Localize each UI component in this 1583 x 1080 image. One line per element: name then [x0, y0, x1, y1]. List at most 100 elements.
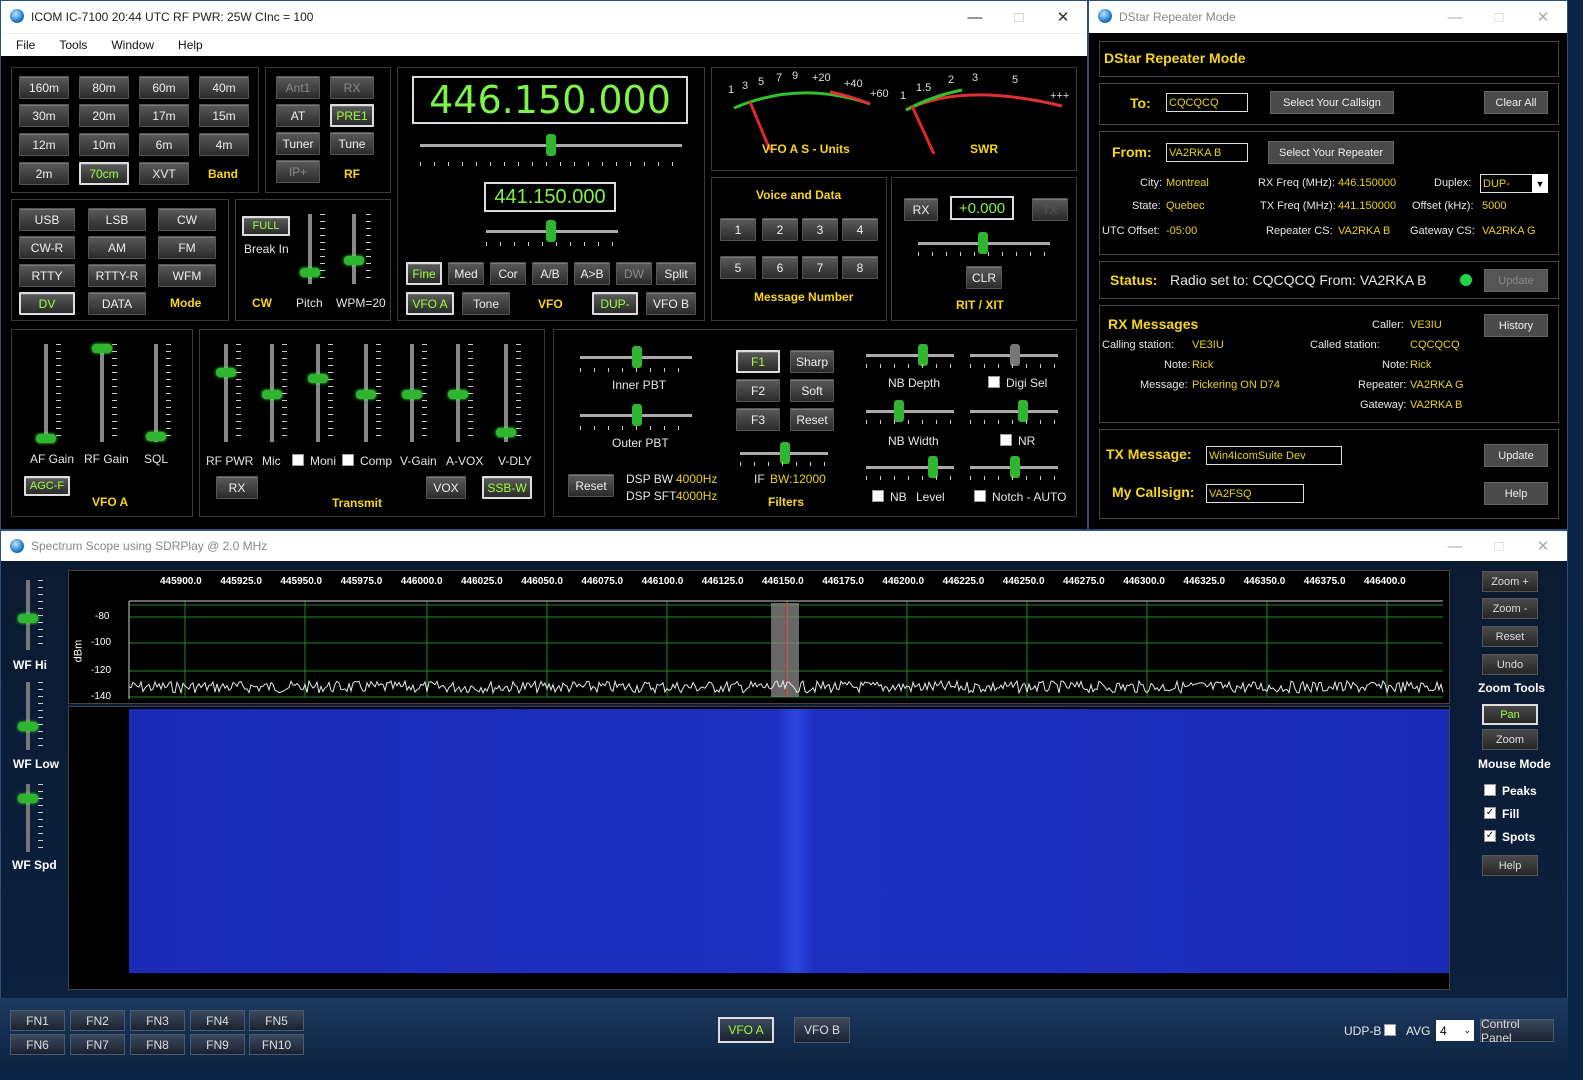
avg-select[interactable]: 4 ⌄	[1436, 1020, 1474, 1041]
mode-am[interactable]: AM	[88, 236, 146, 259]
mode-dv[interactable]: DV	[19, 292, 75, 315]
full-button[interactable]: FULL	[242, 216, 290, 236]
fn9-button[interactable]: FN9	[190, 1034, 245, 1055]
my-callsign-input[interactable]: VA2FSQ	[1206, 484, 1304, 503]
sharp-button[interactable]: Sharp	[790, 350, 834, 373]
maximize-icon[interactable]: □	[997, 1, 1041, 33]
rf-pwr-knob[interactable]	[216, 368, 236, 377]
sub-tune-slider[interactable]	[486, 220, 618, 242]
msg-1-button[interactable]: 1	[720, 218, 756, 241]
close-icon[interactable]: ✕	[1041, 1, 1085, 33]
zoom-minus-button[interactable]: Zoom -	[1482, 598, 1538, 619]
pbt-reset-button[interactable]: Reset	[568, 474, 614, 497]
main-tune-knob[interactable]	[546, 134, 556, 156]
fn8-button[interactable]: FN8	[130, 1034, 185, 1055]
rf-rx-button[interactable]: RX	[330, 76, 374, 99]
pre1-button[interactable]: PRE1	[330, 104, 374, 127]
band-20m[interactable]: 20m	[79, 104, 129, 127]
nb-level-slider[interactable]	[866, 456, 954, 478]
wf-hi-knob[interactable]	[18, 614, 38, 623]
spectrum-plot[interactable]: -80 -100 -120 -140 dBm	[68, 570, 1450, 704]
spectrum-minimize-icon[interactable]: —	[1433, 531, 1477, 561]
clear-all-button[interactable]: Clear All	[1484, 91, 1548, 114]
nb-depth-slider[interactable]	[866, 344, 954, 366]
wpm-knob[interactable]	[344, 256, 364, 265]
band-160m[interactable]: 160m	[19, 76, 69, 99]
udp-b-checkbox[interactable]	[1384, 1024, 1396, 1036]
notch-slider[interactable]	[970, 456, 1058, 478]
ant1-button[interactable]: Ant1	[276, 76, 320, 99]
mode-cw[interactable]: CW	[158, 208, 216, 231]
msg-7-button[interactable]: 7	[802, 256, 838, 279]
v-gain-slider[interactable]	[402, 344, 422, 442]
fill-checkbox[interactable]: ✓	[1484, 807, 1496, 819]
a-vox-knob[interactable]	[448, 390, 468, 399]
zoom-plus-button[interactable]: Zoom +	[1482, 571, 1538, 592]
mode-rtty[interactable]: RTTY	[19, 264, 75, 287]
select-repeater-button[interactable]: Select Your Repeater	[1268, 141, 1394, 164]
nb-checkbox[interactable]	[872, 490, 884, 502]
minimize-icon[interactable]: —	[953, 1, 997, 33]
pan-button[interactable]: Pan	[1482, 704, 1538, 725]
duplex-select[interactable]: DUP-	[1480, 174, 1534, 193]
msg-8-button[interactable]: 8	[842, 256, 878, 279]
menu-tools[interactable]: Tools	[59, 38, 87, 52]
mode-fm[interactable]: FM	[158, 236, 216, 259]
msg-3-button[interactable]: 3	[802, 218, 838, 241]
dw-button[interactable]: DW	[616, 262, 652, 285]
select-callsign-button[interactable]: Select Your Callsign	[1270, 91, 1394, 114]
tx-rx-button[interactable]: RX	[216, 476, 258, 499]
band-30m[interactable]: 30m	[19, 104, 69, 127]
menu-help[interactable]: Help	[178, 38, 203, 52]
if-bw-knob[interactable]	[780, 442, 790, 464]
tx-update-button[interactable]: Update	[1484, 444, 1548, 467]
wpm-slider[interactable]	[344, 214, 364, 284]
af-gain-knob[interactable]	[36, 434, 56, 443]
spectrum-maximize-icon[interactable]: □	[1477, 531, 1521, 561]
msg-5-button[interactable]: 5	[720, 256, 756, 279]
nr-checkbox[interactable]	[1000, 434, 1012, 446]
nb-depth-knob[interactable]	[918, 344, 928, 366]
ssb-w-button[interactable]: SSB-W	[482, 476, 532, 499]
peaks-checkbox[interactable]	[1484, 784, 1496, 796]
inner-pbt-slider[interactable]	[580, 346, 692, 368]
v-dly-knob[interactable]	[496, 428, 516, 437]
main-tune-slider[interactable]	[420, 134, 682, 156]
rf-gain-slider[interactable]	[92, 344, 112, 442]
waterfall[interactable]	[68, 706, 1450, 990]
mode-lsb[interactable]: LSB	[88, 208, 146, 231]
zoom-mode-button[interactable]: Zoom	[1482, 729, 1538, 750]
a-vox-slider[interactable]	[448, 344, 468, 442]
notch-knob[interactable]	[1010, 456, 1020, 478]
rit-slider[interactable]	[918, 232, 1050, 254]
band-10m[interactable]: 10m	[79, 133, 129, 156]
outer-pbt-knob[interactable]	[632, 404, 642, 426]
band-80m[interactable]: 80m	[79, 76, 129, 99]
bottom-vfo-b-button[interactable]: VFO B	[794, 1017, 850, 1043]
cor-button[interactable]: Cor	[490, 262, 526, 285]
dstar-minimize-icon[interactable]: —	[1433, 1, 1477, 33]
moni-checkbox[interactable]	[292, 454, 304, 466]
band-40m[interactable]: 40m	[199, 76, 249, 99]
bottom-vfo-a-button[interactable]: VFO A	[718, 1017, 774, 1043]
nb-level-knob[interactable]	[928, 456, 938, 478]
fn6-button[interactable]: FN6	[10, 1034, 65, 1055]
sql-slider[interactable]	[146, 344, 166, 442]
tx-message-input[interactable]: Win4IcomSuite Dev	[1206, 446, 1342, 465]
rit-tx-button[interactable]: TX	[1032, 198, 1068, 221]
v-gain-knob[interactable]	[402, 390, 422, 399]
dstar-maximize-icon[interactable]: □	[1477, 1, 1521, 33]
nb-width-slider[interactable]	[866, 400, 954, 422]
a-to-b-button[interactable]: A>B	[574, 262, 610, 285]
outer-pbt-slider[interactable]	[580, 404, 692, 426]
filter-reset-button[interactable]: Reset	[790, 408, 834, 431]
control-panel-button[interactable]: Control Panel	[1480, 1017, 1554, 1045]
pitch-slider[interactable]	[300, 214, 320, 284]
mic-knob[interactable]	[262, 390, 282, 399]
comp-slider[interactable]	[356, 344, 376, 442]
fn2-button[interactable]: FN2	[70, 1010, 125, 1031]
soft-button[interactable]: Soft	[790, 379, 834, 402]
dup-button[interactable]: DUP-	[592, 292, 638, 315]
vox-button[interactable]: VOX	[426, 476, 466, 499]
vfo-a-button[interactable]: VFO A	[406, 292, 454, 315]
